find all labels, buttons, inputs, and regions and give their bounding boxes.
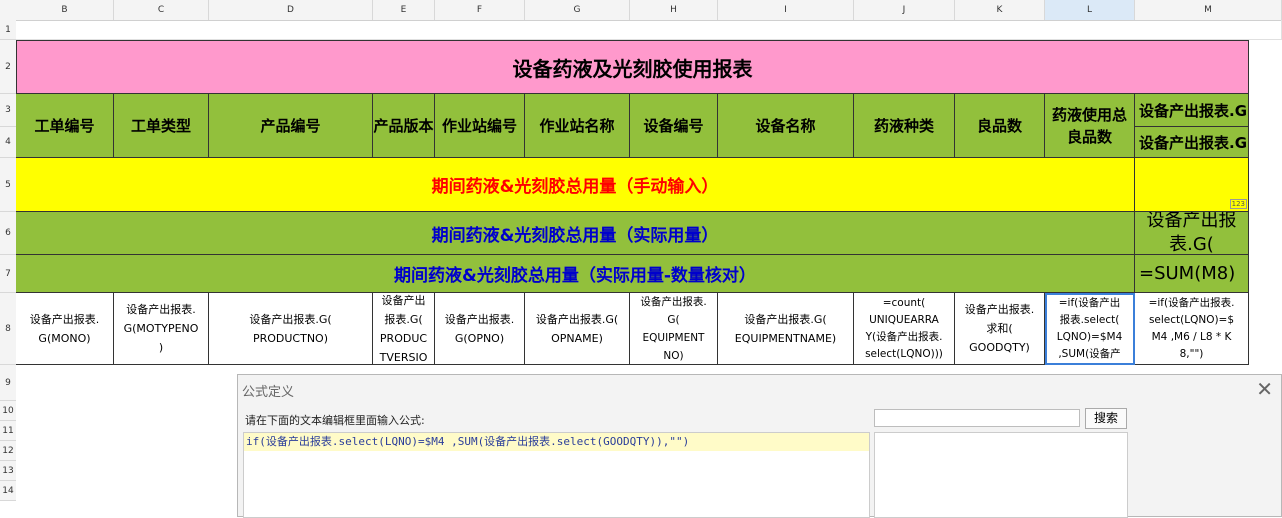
header-productno[interactable]: 产品编号	[209, 94, 373, 158]
column-header-h[interactable]: H	[630, 0, 718, 20]
cell-e8[interactable]: 设备产出 报表.G( PRODUC TVERSIO	[373, 293, 435, 365]
column-header-c[interactable]: C	[114, 0, 209, 20]
header-motype[interactable]: 工单类型	[114, 94, 209, 158]
cell-b8[interactable]: 设备产出报表. G(MONO)	[16, 293, 114, 365]
number-format-badge: 123	[1229, 199, 1247, 209]
header-opname[interactable]: 作业站名称	[525, 94, 630, 158]
cell-h8[interactable]: 设备产出报表. G( EQUIPMENT NO)	[630, 293, 718, 365]
cell-m6[interactable]: 设备产出报表.G(	[1135, 212, 1249, 255]
column-header-e[interactable]: E	[373, 0, 435, 20]
cell-k8[interactable]: 设备产出报表. 求和( GOODQTY)	[955, 293, 1045, 365]
header-opno[interactable]: 作业站编号	[435, 94, 525, 158]
column-header-g[interactable]: G	[525, 0, 630, 20]
row-header-5[interactable]: 5	[0, 158, 16, 212]
report-title: 设备药液及光刻胶使用报表	[512, 56, 753, 81]
row-header-4[interactable]: 4	[0, 127, 16, 158]
header-equipmentname[interactable]: 设备名称	[718, 94, 854, 158]
row5-manual-total[interactable]: 期间药液&光刻胶总用量（手动输入）	[16, 158, 1135, 212]
search-input[interactable]	[874, 409, 1080, 427]
formula-text[interactable]: if(设备产出报表.select(LQNO)=$M4 ,SUM(设备产出报表.s…	[244, 433, 869, 451]
header-goodqty[interactable]: 良品数	[955, 94, 1045, 158]
row-header-2[interactable]: 2	[0, 40, 16, 94]
dialog-prompt: 请在下面的文本编辑框里面输入公式:	[245, 414, 425, 427]
row-header-3[interactable]: 3	[0, 94, 16, 127]
cell-c8[interactable]: 设备产出报表. G(MOTYPENO )	[114, 293, 209, 365]
cell-m3[interactable]: 设备产出报表.G(	[1135, 94, 1249, 127]
column-header-j[interactable]: J	[854, 0, 955, 20]
cell-m7[interactable]: =SUM(M8)	[1135, 255, 1249, 293]
column-header-d[interactable]: D	[209, 0, 373, 20]
cell-m4[interactable]: 设备产出报表.G(LQNO)	[1135, 127, 1249, 158]
row-header-1[interactable]: 1	[0, 20, 16, 40]
cell-g8[interactable]: 设备产出报表.G( OPNAME)	[525, 293, 630, 365]
cell-j8[interactable]: =count( UNIQUEARRA Y(设备产出报表. select(LQNO…	[854, 293, 955, 365]
row-header-11[interactable]: 11	[0, 421, 16, 441]
cell-l8-selected[interactable]: =if(设备产出 报表.select( LQNO)=$M4 ,SUM(设备产	[1045, 293, 1135, 365]
header-total-goodqty[interactable]: 药液使用总良品数	[1045, 94, 1135, 158]
cell-d8[interactable]: 设备产出报表.G( PRODUCTNO)	[209, 293, 373, 365]
formula-dialog: 公式定义 ✕ 请在下面的文本编辑框里面输入公式: if(设备产出报表.selec…	[237, 374, 1282, 518]
row-header-6[interactable]: 6	[0, 212, 16, 255]
row6-actual-total[interactable]: 期间药液&光刻胶总用量（实际用量）	[16, 212, 1135, 255]
header-liquid-type[interactable]: 药液种类	[854, 94, 955, 158]
cell-m8[interactable]: =if(设备产出报表. select(LQNO)=$ M4 ,M6 / L8 *…	[1135, 293, 1249, 365]
row-header-14[interactable]: 14	[0, 481, 16, 501]
column-header-bar: B C D E F G H I J K L M	[0, 0, 1282, 21]
column-header-b[interactable]: B	[16, 0, 114, 20]
search-button[interactable]: 搜索	[1085, 408, 1127, 429]
report-title-cell[interactable]: 设备药液及光刻胶使用报表	[16, 40, 1249, 94]
cell-i8[interactable]: 设备产出报表.G( EQUIPMENTNAME)	[718, 293, 854, 365]
row-header-8[interactable]: 8	[0, 293, 16, 365]
row-header-7[interactable]: 7	[0, 255, 16, 293]
header-productversion[interactable]: 产品版本	[373, 94, 435, 158]
formula-editor[interactable]: if(设备产出报表.select(LQNO)=$M4 ,SUM(设备产出报表.s…	[243, 432, 870, 518]
row-1-empty[interactable]	[16, 20, 1282, 40]
function-list[interactable]	[874, 432, 1128, 518]
row7-check-total[interactable]: 期间药液&光刻胶总用量（实际用量-数量核对）	[16, 255, 1135, 293]
row-header-10[interactable]: 10	[0, 401, 16, 421]
cell-m5[interactable]: 123	[1135, 158, 1249, 212]
column-header-l[interactable]: L	[1045, 0, 1135, 20]
column-header-k[interactable]: K	[955, 0, 1045, 20]
header-equipmentno[interactable]: 设备编号	[630, 94, 718, 158]
close-icon[interactable]: ✕	[1256, 377, 1273, 401]
row-header-12[interactable]: 12	[0, 441, 16, 461]
column-header-f[interactable]: F	[435, 0, 525, 20]
dialog-title: 公式定义	[242, 385, 295, 400]
cell-f8[interactable]: 设备产出报表. G(OPNO)	[435, 293, 525, 365]
row-header-13[interactable]: 13	[0, 461, 16, 481]
row-header-9[interactable]: 9	[0, 365, 16, 401]
header-mono[interactable]: 工单编号	[16, 94, 114, 158]
column-header-i[interactable]: I	[718, 0, 854, 20]
column-header-m[interactable]: M	[1135, 0, 1282, 20]
